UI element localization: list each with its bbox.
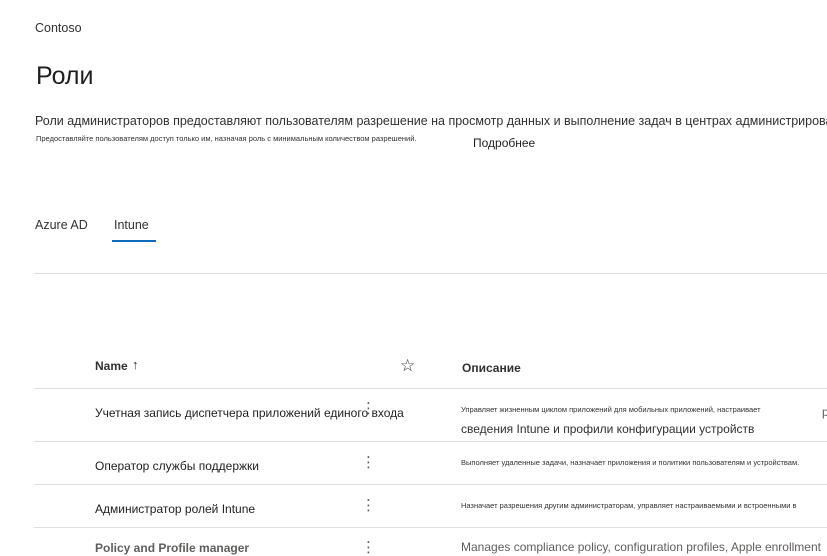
more-options-icon[interactable]: ⋮ bbox=[361, 538, 376, 556]
more-options-icon[interactable]: ⋮ bbox=[361, 399, 376, 417]
page-title: Роли bbox=[36, 62, 94, 90]
page-description: Роли администраторов предоставляют польз… bbox=[35, 114, 827, 128]
header-divider bbox=[34, 388, 827, 389]
column-header-description[interactable]: Описание bbox=[462, 361, 521, 375]
page-hint: Предоставляйте пользователям доступ толь… bbox=[36, 134, 417, 143]
row-divider bbox=[34, 484, 827, 485]
role-description-overflow: р bbox=[822, 405, 827, 419]
favorite-star-icon[interactable]: ☆ bbox=[400, 356, 415, 376]
role-description: Управляет жизненным циклом приложений дл… bbox=[461, 405, 761, 414]
role-name[interactable]: Учетная запись диспетчера приложений еди… bbox=[95, 406, 404, 420]
tab-intune[interactable]: Intune bbox=[114, 218, 149, 232]
role-name[interactable]: Оператор службы поддержки bbox=[95, 459, 259, 473]
org-name: Contoso bbox=[35, 21, 82, 35]
role-name[interactable]: Policy and Profile manager bbox=[95, 541, 249, 555]
row-divider bbox=[34, 441, 827, 442]
more-options-icon[interactable]: ⋮ bbox=[361, 453, 376, 471]
role-description: Назначает разрешения другим администрато… bbox=[461, 501, 797, 510]
learn-more-link[interactable]: Подробнее bbox=[473, 136, 535, 150]
sort-ascending-icon[interactable]: ↑ bbox=[132, 357, 139, 372]
tab-azure-ad[interactable]: Azure AD bbox=[35, 218, 88, 232]
role-description: Выполняет удаленные задачи, назначает пр… bbox=[461, 458, 800, 467]
tabs-divider bbox=[34, 273, 827, 274]
role-description-continued: сведения Intune и профили конфигурации у… bbox=[461, 422, 755, 436]
more-options-icon[interactable]: ⋮ bbox=[361, 496, 376, 514]
column-header-name[interactable]: Name bbox=[95, 359, 128, 373]
row-divider bbox=[34, 527, 827, 528]
role-description: Manages compliance policy, configuration… bbox=[461, 540, 821, 554]
role-name[interactable]: Администратор ролей Intune bbox=[95, 502, 255, 516]
selected-tab-indicator bbox=[112, 240, 156, 242]
